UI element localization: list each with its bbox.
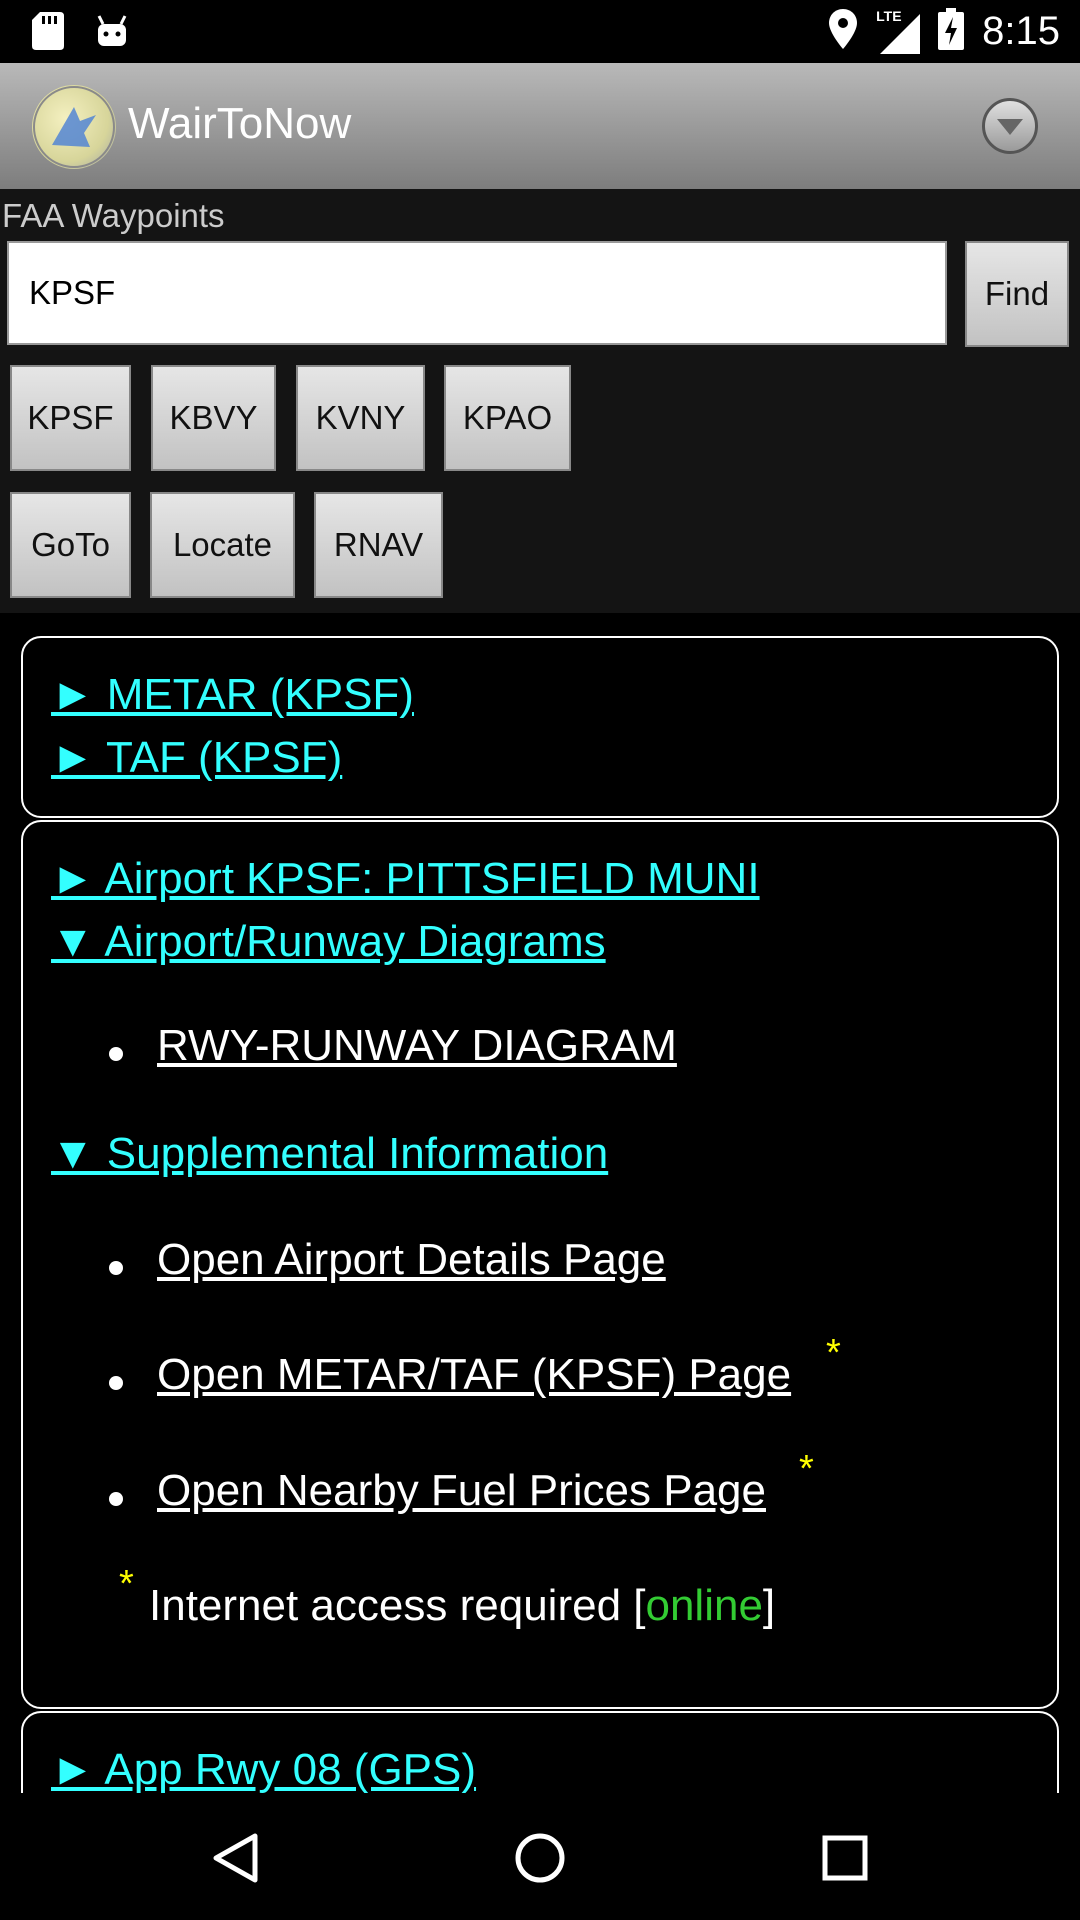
waypoint-search-input[interactable] xyxy=(7,241,947,345)
panel-label: FAA Waypoints xyxy=(2,197,225,234)
sd-card-icon xyxy=(32,12,64,55)
airport-box: ► Airport KPSF: PITTSFIELD MUNI ▼ Airpor… xyxy=(21,820,1059,1709)
app-title: WairToNow xyxy=(128,99,352,148)
weather-box: ► METAR (KPSF) ► TAF (KPSF) xyxy=(21,636,1059,818)
approach-link[interactable]: ► App Rwy 08 (GPS) xyxy=(51,1745,476,1793)
taf-link[interactable]: ► TAF (KPSF) xyxy=(51,733,342,783)
online-required-star: * xyxy=(826,1332,841,1374)
metar-link[interactable]: ► METAR (KPSF) xyxy=(51,670,414,720)
navigation-bar xyxy=(0,1793,1080,1920)
network-type-label: LTE xyxy=(876,7,902,24)
locate-button[interactable]: Locate xyxy=(150,492,295,598)
recent-button-kpao[interactable]: KPAO xyxy=(444,365,571,471)
home-icon[interactable] xyxy=(515,1833,565,1888)
action-bar: WairToNow xyxy=(0,63,1080,189)
back-icon[interactable] xyxy=(211,1833,259,1888)
internet-required-note: Internet access required [online] xyxy=(149,1581,775,1631)
airport-info-link[interactable]: ► Airport KPSF: PITTSFIELD MUNI xyxy=(51,854,760,904)
rnav-button[interactable]: RNAV xyxy=(314,492,443,598)
diagrams-link[interactable]: ▼ Airport/Runway Diagrams xyxy=(51,917,606,967)
metar-taf-page-link[interactable]: Open METAR/TAF (KPSF) Page xyxy=(157,1350,791,1400)
signal-icon: LTE xyxy=(876,7,921,54)
online-status: online xyxy=(645,1581,763,1630)
bullet-icon xyxy=(109,1376,123,1390)
recents-icon[interactable] xyxy=(822,1835,868,1886)
battery-charging-icon xyxy=(938,8,965,55)
bullet-icon xyxy=(109,1261,123,1275)
waypoint-search-panel: FAA Waypoints Find KPSF KBVY KVNY KPAO G… xyxy=(0,189,1080,613)
online-required-star: * xyxy=(799,1448,814,1490)
approach-box: ► App Rwy 08 (GPS) xyxy=(21,1711,1059,1793)
runway-diagram-link[interactable]: RWY-RUNWAY DIAGRAM xyxy=(157,1021,677,1071)
location-icon xyxy=(828,9,858,54)
supplemental-info-link[interactable]: ▼ Supplemental Information xyxy=(51,1129,608,1179)
clock: 8:15 xyxy=(982,9,1060,53)
bullet-icon xyxy=(109,1492,123,1506)
bullet-icon xyxy=(109,1047,123,1061)
note-text: Internet access required [ xyxy=(149,1581,646,1630)
find-button[interactable]: Find xyxy=(965,241,1069,347)
goto-button[interactable]: GoTo xyxy=(10,492,131,598)
airport-details-link[interactable]: Open Airport Details Page xyxy=(157,1235,666,1285)
recent-button-kbvy[interactable]: KBVY xyxy=(151,365,276,471)
note-end: ] xyxy=(762,1581,776,1630)
waypoint-details: ► METAR (KPSF) ► TAF (KPSF) ► Airport KP… xyxy=(0,613,1080,1793)
recent-button-kvny[interactable]: KVNY xyxy=(296,365,425,471)
recent-button-kpsf[interactable]: KPSF xyxy=(10,365,131,471)
status-bar: LTE 8:15 xyxy=(0,0,1080,63)
android-icon xyxy=(96,14,128,53)
fuel-prices-link[interactable]: Open Nearby Fuel Prices Page xyxy=(157,1466,766,1516)
app-logo-icon xyxy=(32,85,116,169)
overflow-menu-button[interactable] xyxy=(982,98,1038,154)
note-star: * xyxy=(119,1563,134,1605)
chevron-down-circle-icon xyxy=(997,119,1023,135)
